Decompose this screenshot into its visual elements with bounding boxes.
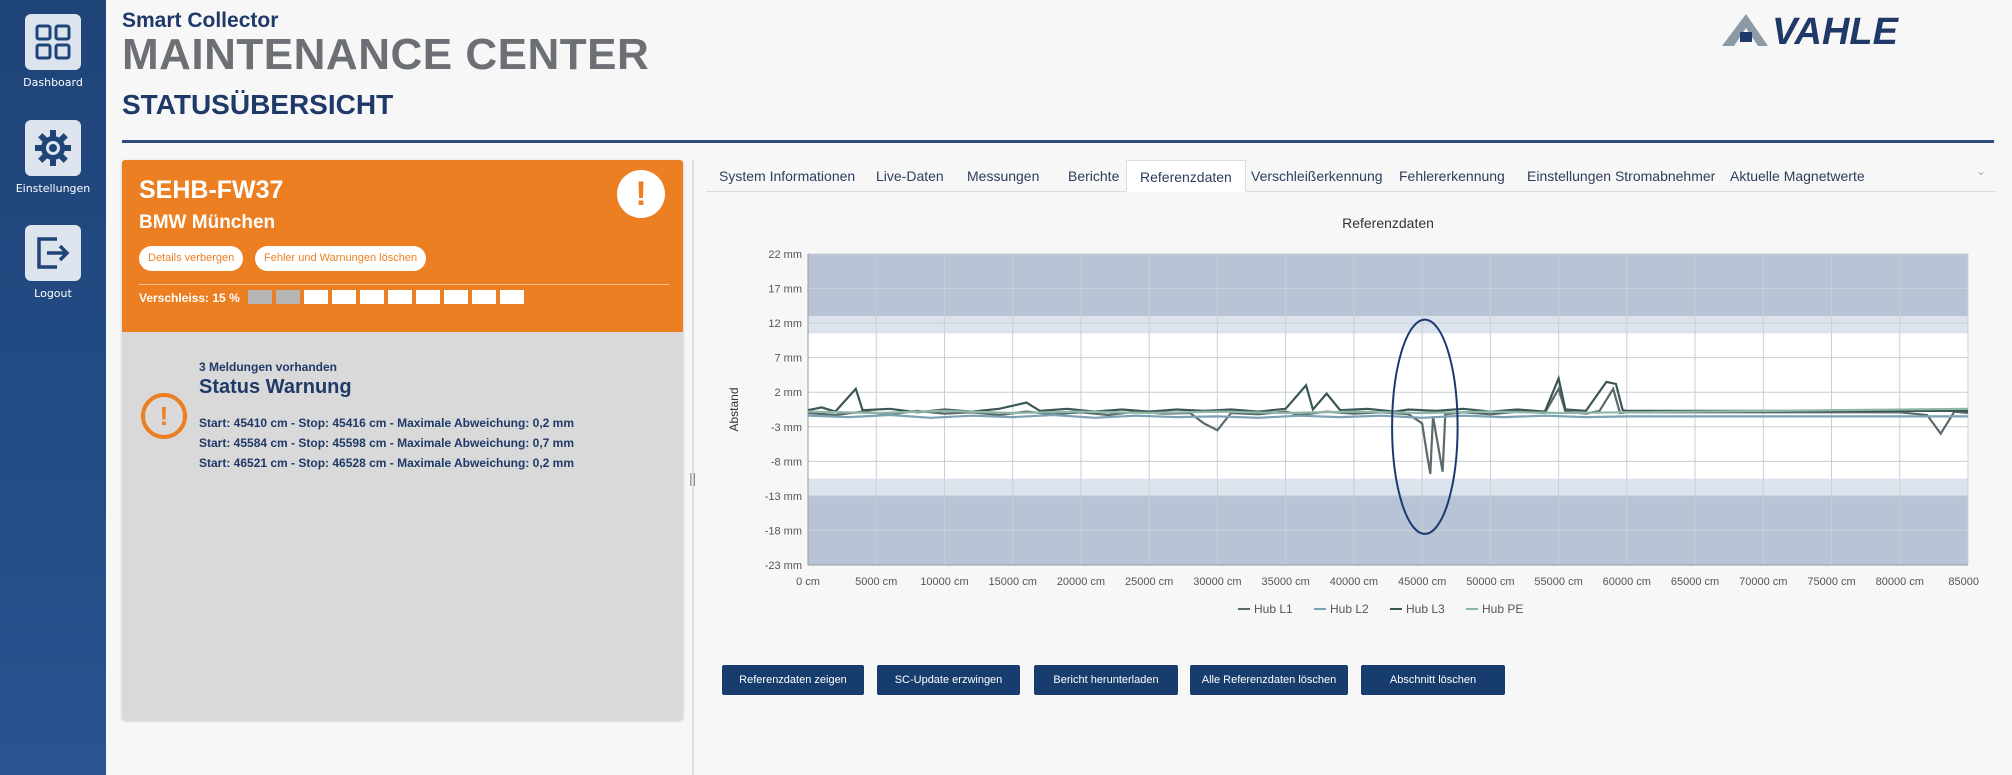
- device-header: SEHB-FW37 BMW München ! Details verberge…: [122, 160, 683, 332]
- wear-segment: [276, 290, 300, 304]
- wear-segment: [388, 290, 412, 304]
- dashboard-icon: [25, 14, 81, 70]
- tab-wear-detection[interactable]: Verschleißerkennung: [1238, 160, 1396, 192]
- x-tick-label: 10000 cm: [920, 576, 968, 588]
- y-tick-label: 22 mm: [768, 249, 802, 261]
- sidebar-item-label: Dashboard: [23, 76, 83, 89]
- tab-bar: System Informationen Live-Daten Messunge…: [706, 160, 1996, 192]
- tab-error-detection[interactable]: Fehlererkennung: [1386, 160, 1518, 192]
- tab-system-info[interactable]: System Informationen: [706, 160, 868, 192]
- status-message: Start: 46521 cm - Stop: 46528 cm - Maxim…: [199, 456, 575, 470]
- status-message: Start: 45410 cm - Stop: 45416 cm - Maxim…: [199, 416, 575, 430]
- sidebar-item-dashboard[interactable]: Dashboard: [0, 14, 106, 89]
- x-tick-label: 70000 cm: [1739, 576, 1787, 588]
- wear-segment: [304, 290, 328, 304]
- download-report-button[interactable]: Bericht herunterladen: [1034, 665, 1178, 695]
- header-divider: [122, 140, 1994, 143]
- panel-splitter[interactable]: [692, 160, 694, 775]
- splitter-grip-icon[interactable]: ||: [689, 470, 696, 486]
- sidebar-item-logout[interactable]: Logout: [0, 225, 106, 300]
- y-tick-label: -3 mm: [771, 422, 802, 434]
- delete-all-reference-button[interactable]: Alle Referenzdaten löschen: [1190, 665, 1348, 695]
- tab-reference-data[interactable]: Referenzdaten: [1126, 160, 1246, 192]
- tab-measurements[interactable]: Messungen: [954, 160, 1052, 192]
- legend-label: Hub PE: [1482, 602, 1523, 616]
- y-tick-label: -13 mm: [765, 491, 802, 503]
- x-tick-label: 80000 cm: [1876, 576, 1924, 588]
- tab-reports[interactable]: Berichte: [1055, 160, 1132, 192]
- wear-bar: [248, 290, 524, 304]
- clear-errors-button[interactable]: Fehler und Warnungen löschen: [255, 246, 427, 271]
- tolerance-band: [808, 478, 1968, 496]
- logo-text: VAHLE: [1772, 11, 1900, 50]
- wear-segment: [248, 290, 272, 304]
- wear-segment: [444, 290, 468, 304]
- sidebar: Dashboard Einstellungen Logout: [0, 0, 106, 775]
- x-tick-label: 60000 cm: [1603, 576, 1651, 588]
- chart-svg: 22 mm 17 mm 12 mm 7 mm 2 mm -3 mm -8 mm -13 mm -…: [727, 215, 1988, 616]
- y-tick-label: -8 mm: [771, 456, 802, 468]
- wear-label: Verschleiss: 15 %: [139, 291, 240, 305]
- y-tick-label: -18 mm: [765, 525, 802, 537]
- x-tick-label: 35000 cm: [1261, 576, 1309, 588]
- device-panel: SEHB-FW37 BMW München ! Details verberge…: [122, 160, 683, 720]
- y-tick-label: 12 mm: [768, 318, 802, 330]
- y-tick-label: 7 mm: [775, 353, 803, 365]
- wear-segment: [416, 290, 440, 304]
- x-tick-label: 40000 cm: [1330, 576, 1378, 588]
- x-tick-label: 85000 c: [1948, 576, 1982, 588]
- force-update-button[interactable]: SC-Update erzwingen: [877, 665, 1020, 695]
- legend-label: Hub L2: [1330, 602, 1369, 616]
- y-tick-label: 2 mm: [775, 387, 803, 399]
- divider: [139, 284, 669, 285]
- tolerance-band: [808, 316, 1968, 334]
- x-tick-label: 15000 cm: [989, 576, 1037, 588]
- x-tick-label: 30000 cm: [1193, 576, 1241, 588]
- sidebar-item-label: Einstellungen: [15, 182, 91, 195]
- gear-icon: [25, 120, 81, 176]
- x-tick-label: 20000 cm: [1057, 576, 1105, 588]
- x-tick-label: 50000 cm: [1466, 576, 1514, 588]
- y-tick-label: -23 mm: [765, 560, 802, 572]
- y-axis-label: Abstand: [727, 387, 741, 431]
- page-subtitle: STATUSÜBERSICHT: [122, 89, 394, 120]
- logout-icon: [25, 225, 81, 281]
- sidebar-item-label: Logout: [34, 287, 72, 300]
- message-count: 3 Meldungen vorhanden: [199, 360, 338, 374]
- y-tick-label: 17 mm: [768, 284, 802, 296]
- tab-live-data[interactable]: Live-Daten: [863, 160, 957, 192]
- wear-segment: [500, 290, 524, 304]
- wear-segment: [472, 290, 496, 304]
- warning-icon: !: [617, 170, 665, 218]
- x-tick-label: 25000 cm: [1125, 576, 1173, 588]
- hide-details-button[interactable]: Details verbergen: [139, 246, 244, 271]
- show-reference-button[interactable]: Referenzdaten zeigen: [722, 665, 864, 695]
- x-tick-label: 5000 cm: [855, 576, 897, 588]
- reference-chart: 22 mm 17 mm 12 mm 7 mm 2 mm -3 mm -8 mm -13 mm -…: [720, 206, 1988, 626]
- chart-title: Referenzdaten: [1342, 215, 1434, 231]
- x-tick-label: 75000 cm: [1807, 576, 1855, 588]
- tab-magnet-values[interactable]: Aktuelle Magnetwerte: [1717, 160, 1878, 192]
- wear-segment: [360, 290, 384, 304]
- x-tick-label: 55000 cm: [1534, 576, 1582, 588]
- tab-collector-settings[interactable]: Einstellungen Stromabnehmer: [1514, 160, 1728, 192]
- sidebar-item-settings[interactable]: Einstellungen: [0, 120, 106, 195]
- status-title: Status Warnung: [199, 376, 352, 398]
- device-name: SEHB-FW37: [139, 176, 284, 204]
- chevron-down-icon[interactable]: ⌄: [1976, 164, 1986, 178]
- x-tick-label: 0 cm: [796, 576, 820, 588]
- delete-section-button[interactable]: Abschnitt löschen: [1361, 665, 1505, 695]
- x-tick-label: 45000 cm: [1398, 576, 1446, 588]
- device-location: BMW München: [139, 212, 276, 233]
- vahle-logo: VAHLE: [1720, 10, 2000, 53]
- legend-label: Hub L1: [1254, 602, 1293, 616]
- warning-circle-icon: !: [141, 393, 187, 439]
- page-title: MAINTENANCE CENTER: [122, 30, 650, 79]
- tolerance-band: [808, 254, 1968, 317]
- status-message: Start: 45584 cm - Stop: 45598 cm - Maxim…: [199, 436, 575, 450]
- x-tick-label: 65000 cm: [1671, 576, 1719, 588]
- legend-label: Hub L3: [1406, 602, 1445, 616]
- wear-segment: [332, 290, 356, 304]
